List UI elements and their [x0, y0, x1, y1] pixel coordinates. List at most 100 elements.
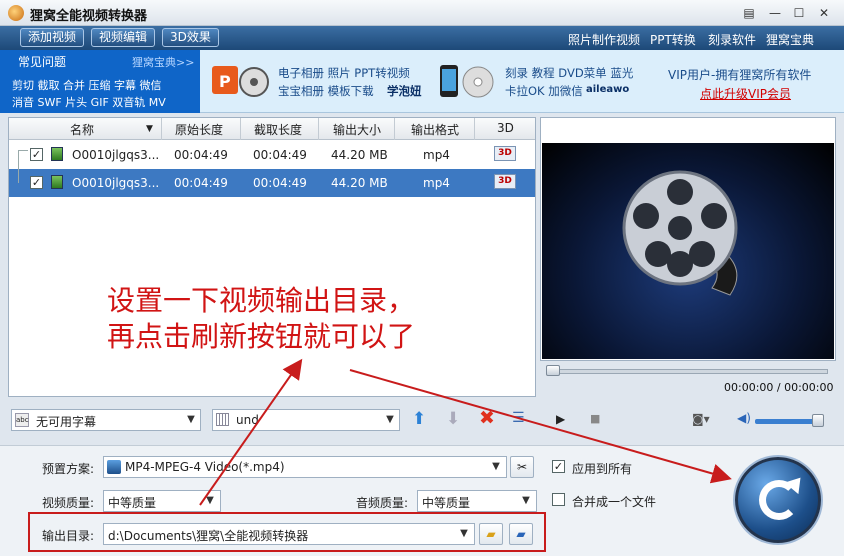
preset-label: 预置方案: [42, 462, 95, 476]
clip-length: 00:04:49 [253, 148, 307, 162]
output-format: mp4 [423, 148, 450, 162]
file-name: O0010jlgqs3... [72, 148, 160, 162]
clear-list-icon[interactable]: ☰ [512, 410, 525, 426]
skin-icon[interactable]: ▤ [740, 5, 758, 21]
vip-upgrade-link[interactable]: 点此升级VIP会员 [700, 85, 791, 102]
preset-value: MP4-MPEG-4 Video(*.mp4) [125, 460, 285, 474]
output-size: 44.20 MB [331, 176, 388, 190]
settings-tools-icon[interactable]: ✂ [510, 456, 534, 478]
add-video-button[interactable]: 添加视频 [20, 28, 85, 47]
merge-checkbox[interactable] [552, 493, 565, 506]
audio-track-icon [216, 413, 229, 426]
chevron-down-icon[interactable]: ▼ [517, 491, 535, 511]
audio-quality-value: 中等质量 [422, 496, 471, 510]
wechat-id[interactable]: aileawo [586, 84, 629, 95]
column-divider [394, 118, 395, 140]
file-name: O0010jlgqs3... [72, 176, 160, 190]
faq-topics-line1[interactable]: 剪切 截取 合并 压缩 字幕 微信 [12, 77, 161, 93]
delete-icon[interactable]: ✖ [479, 407, 495, 429]
chevron-down-icon[interactable]: ▼ [487, 457, 505, 477]
time-readout: 00:00:00 / 00:00:00 [724, 381, 834, 394]
3d-toggle-icon[interactable]: 3D [494, 174, 516, 189]
3d-toggle-icon[interactable]: 3D [494, 146, 516, 161]
column-output-format[interactable]: 输出格式 [411, 121, 459, 138]
camera-icon[interactable]: ◙▾ [692, 412, 710, 426]
chevron-down-icon[interactable]: ▼ [201, 491, 219, 511]
close-icon[interactable]: ✕ [815, 5, 833, 21]
ppt-links-line1[interactable]: 电子相册 照片 PPT转视频 [278, 65, 410, 81]
minimize-icon[interactable]: — [766, 5, 784, 21]
row-checkbox[interactable]: ✓ [30, 176, 43, 189]
liwo-guide-link[interactable]: 狸窝宝典 [766, 31, 814, 48]
sort-arrow-icon[interactable]: ▼ [146, 124, 153, 134]
output-dir-label: 输出目录: [42, 529, 95, 543]
faq-more-link[interactable]: 狸窝宝典>> [132, 54, 194, 70]
chevron-down-icon[interactable]: ▼ [182, 410, 200, 430]
annotation-line1: 设置一下视频输出目录， [107, 284, 416, 317]
seek-bar[interactable] [548, 369, 828, 374]
faq-topics-line2[interactable]: 消音 SWF 片头 GIF 双音轨 MV [12, 94, 166, 110]
video-file-icon [51, 147, 63, 161]
chevron-down-icon[interactable]: ▼ [455, 524, 473, 544]
output-size: 44.20 MB [331, 148, 388, 162]
browse-folder-icon[interactable]: ▰ [509, 523, 533, 545]
output-dir-value: d:\Documents\狸窝\全能视频转换器 [108, 529, 309, 543]
photo-video-link[interactable]: 照片制作视频 [568, 31, 640, 48]
burn-links-line1[interactable]: 刻录 教程 DVD菜单 蓝光 [505, 65, 633, 81]
edit-video-button[interactable]: 视频编辑 [91, 28, 156, 47]
subtitle-icon: abc [15, 413, 29, 427]
vip-text[interactable]: VIP用户-拥有狸窝所有软件 [668, 66, 811, 83]
column-divider [474, 118, 475, 140]
stop-icon[interactable]: ■ [590, 412, 600, 425]
seek-thumb[interactable] [546, 365, 560, 376]
subtitle-value: 无可用字幕 [36, 415, 97, 429]
column-output-size[interactable]: 输出大小 [333, 121, 381, 138]
apply-all-label[interactable]: 应用到所有 [572, 460, 632, 477]
phone-dvd-icon [440, 65, 494, 98]
volume-icon[interactable]: ◀) [737, 411, 751, 425]
tree-line [18, 150, 19, 183]
maximize-icon[interactable]: ☐ [790, 5, 808, 21]
original-length: 00:04:49 [174, 148, 228, 162]
volume-thumb[interactable] [812, 414, 824, 427]
window-title: 狸窝全能视频转换器 [30, 9, 148, 24]
faq-title[interactable]: 常见问题 [18, 53, 66, 70]
tree-line [18, 150, 28, 151]
merge-label[interactable]: 合并成一个文件 [572, 493, 656, 510]
move-down-icon[interactable]: ⬇ [446, 409, 460, 429]
column-original-length[interactable]: 原始长度 [175, 121, 223, 138]
play-icon[interactable]: ▶ [556, 412, 565, 426]
video-quality-label: 视频质量: [42, 496, 95, 510]
column-name[interactable]: 名称 [70, 121, 94, 138]
ppt-links-line2[interactable]: 宝宝相册 模板下载 [278, 83, 374, 99]
burn-links-line2[interactable]: 卡拉OK 加微信 [505, 83, 583, 99]
3d-effect-button[interactable]: 3D效果 [162, 28, 219, 47]
chevron-down-icon[interactable]: ▼ [381, 410, 399, 430]
clip-length: 00:04:49 [253, 176, 307, 190]
ppt-reel-icon: P [212, 66, 269, 97]
app-logo-icon [8, 5, 24, 21]
audio-quality-label: 音频质量: [356, 496, 409, 510]
film-reel-icon [622, 170, 738, 296]
column-divider [318, 118, 319, 140]
move-up-icon[interactable]: ⬆ [412, 409, 426, 429]
tutorial-annotation: 设置一下视频输出目录， 再点击刷新按钮就可以了 [107, 283, 415, 355]
column-clip-length[interactable]: 截取长度 [254, 121, 302, 138]
row-checkbox[interactable]: ✓ [30, 148, 43, 161]
video-file-icon [51, 175, 63, 189]
column-divider [161, 118, 162, 140]
output-format: mp4 [423, 176, 450, 190]
ppt-bold-link[interactable]: 学泡妞 [387, 83, 422, 99]
burn-software-link[interactable]: 刻录软件 [708, 31, 756, 48]
apply-all-checkbox[interactable]: ✓ [552, 460, 565, 473]
original-length: 00:04:49 [174, 176, 228, 190]
format-icon [107, 460, 121, 474]
open-folder-icon[interactable]: ▰ [479, 523, 503, 545]
video-quality-value: 中等质量 [108, 496, 157, 510]
column-divider [240, 118, 241, 140]
svg-text:P: P [219, 72, 231, 91]
column-3d[interactable]: 3D [497, 121, 514, 135]
audio-track-value: und [236, 413, 259, 427]
annotation-line2: 再点击刷新按钮就可以了 [107, 320, 416, 353]
ppt-convert-link[interactable]: PPT转换 [650, 31, 696, 48]
